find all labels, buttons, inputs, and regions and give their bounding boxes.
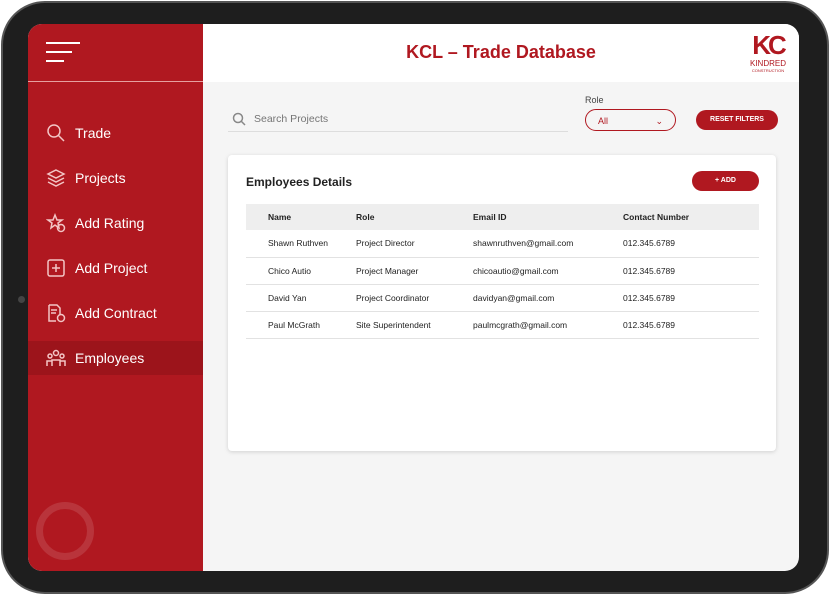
column-header: Email ID xyxy=(473,204,623,230)
document-plus-icon xyxy=(48,304,66,323)
table-cell: shawnruthven@gmail.com xyxy=(473,230,623,258)
sidebar-item-trade[interactable]: Trade xyxy=(28,116,203,150)
screen: Trade Projects Add Rating Add Project Ad… xyxy=(28,24,799,571)
table-row[interactable]: David Yan Project Coordinator davidyan@gma… xyxy=(246,284,759,312)
reset-filters-button[interactable]: RESET FILTERS xyxy=(696,110,778,130)
watermark-logo-icon xyxy=(36,502,94,560)
table-cell: David Yan xyxy=(246,284,356,312)
employees-card: Employees Details + ADD Name Role Email … xyxy=(228,155,776,451)
search-icon xyxy=(47,124,65,142)
table-cell: 012.345.6789 xyxy=(623,311,759,339)
table-cell: chicoautio@gmail.com xyxy=(473,257,623,285)
table-cell: 012.345.6789 xyxy=(623,257,759,285)
employees-table: Name Role Email ID Contact Number Shawn … xyxy=(246,204,759,339)
sidebar-item-label: Trade xyxy=(75,125,112,141)
sidebar-item-label: Employees xyxy=(75,350,145,366)
table-cell: Project Coordinator xyxy=(356,284,473,312)
table-cell: 012.345.6789 xyxy=(623,230,759,258)
sidebar-item-add-rating[interactable]: Add Rating xyxy=(28,206,203,240)
sidebar-item-add-contract[interactable]: Add Contract xyxy=(28,296,203,330)
sidebar-nav: Trade Projects Add Rating Add Project Ad… xyxy=(28,116,203,386)
column-header: Name xyxy=(246,204,356,230)
column-header: Role xyxy=(356,204,473,230)
role-label: Role xyxy=(585,95,604,105)
table-cell: paulmcgrath@gmail.com xyxy=(473,311,623,339)
search-input[interactable] xyxy=(254,112,534,125)
company-logo: KC KINDRED CONSTRUCTION xyxy=(749,30,787,73)
table-row[interactable]: Chico Autio Project Manager chicoautio@gma… xyxy=(246,257,759,285)
role-select[interactable]: All ⌄ xyxy=(585,109,676,131)
table-row[interactable]: Paul McGrath Site Superintendent paulmcgra… xyxy=(246,311,759,339)
table-cell: 012.345.6789 xyxy=(623,284,759,312)
card-title: Employees Details xyxy=(246,175,353,189)
table-row[interactable]: Shawn Ruthven Project Director shawnruthve… xyxy=(246,230,759,258)
table-cell: Project Director xyxy=(356,230,473,258)
star-plus-icon xyxy=(46,213,66,233)
table-cell: Paul McGrath xyxy=(246,311,356,339)
page-title: KCL – Trade Database xyxy=(406,42,596,62)
search-icon xyxy=(232,112,246,126)
add-button[interactable]: + ADD xyxy=(692,171,759,191)
table-header: Name Role Email ID Contact Number xyxy=(246,204,759,230)
camera xyxy=(18,296,25,303)
hamburger-menu-icon[interactable] xyxy=(46,42,80,64)
sidebar-item-label: Add Project xyxy=(75,260,148,276)
column-header: Contact Number xyxy=(623,204,759,230)
sidebar-item-projects[interactable]: Projects xyxy=(28,161,203,195)
table-cell: Chico Autio xyxy=(246,257,356,285)
sidebar-item-employees[interactable]: Employees xyxy=(28,341,203,375)
sidebar-item-label: Add Rating xyxy=(75,215,145,231)
table-cell: davidyan@gmail.com xyxy=(473,284,623,312)
square-plus-icon xyxy=(47,259,65,277)
role-value: All xyxy=(598,116,609,126)
chevron-down-icon: ⌄ xyxy=(655,116,663,126)
divider xyxy=(28,81,203,82)
sidebar: Trade Projects Add Rating Add Project Ad… xyxy=(28,24,203,571)
sidebar-item-label: Add Contract xyxy=(75,305,157,321)
layers-icon xyxy=(46,169,66,187)
sidebar-item-label: Projects xyxy=(75,170,126,186)
search-bar xyxy=(228,106,568,132)
sidebar-item-add-project[interactable]: Add Project xyxy=(28,251,203,285)
table-cell: Project Manager xyxy=(356,257,473,285)
header: KCL – Trade Database KC KINDRED CONSTRUCTI… xyxy=(203,24,799,82)
table-cell: Site Superintendent xyxy=(356,311,473,339)
table-cell: Shawn Ruthven xyxy=(246,230,356,258)
people-icon xyxy=(46,349,66,366)
